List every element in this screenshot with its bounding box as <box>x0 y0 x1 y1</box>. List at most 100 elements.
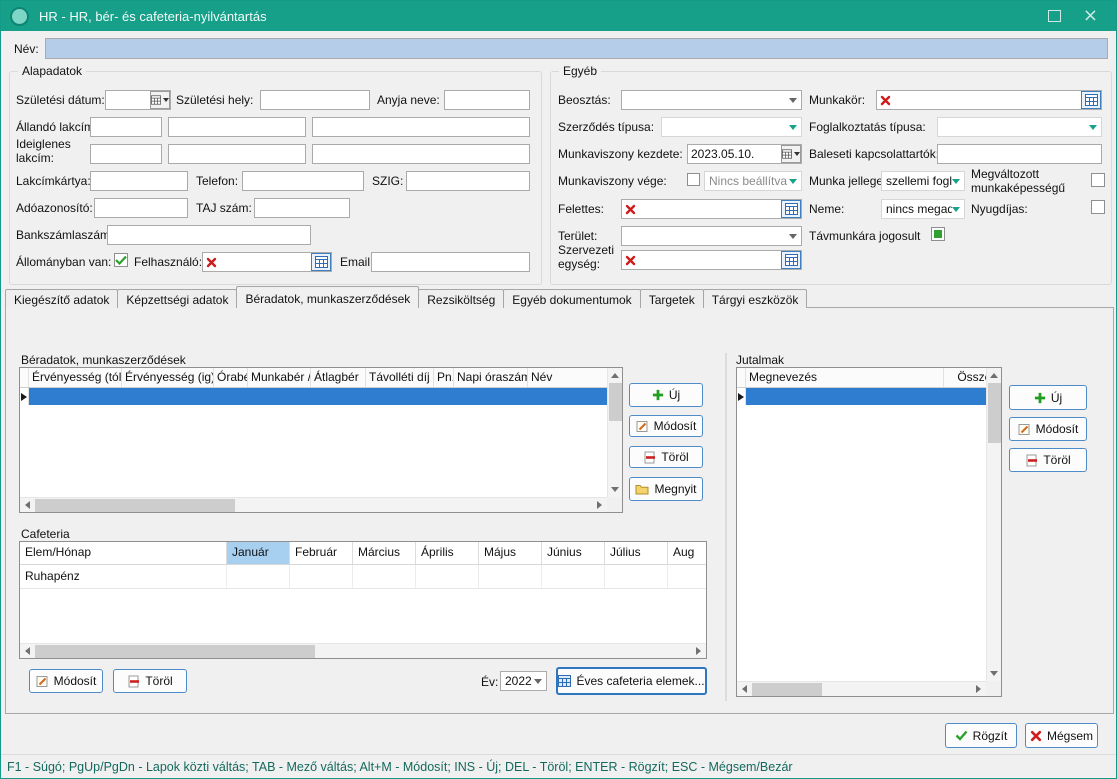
employment-start-date-field[interactable]: 2023.05.10. <box>687 144 802 164</box>
temporary-address-zip-input[interactable] <box>90 144 162 164</box>
year-select[interactable]: 2022 <box>500 671 547 691</box>
beradatok-megnyit-button[interactable]: Megnyit <box>629 477 703 501</box>
horizontal-scrollbar[interactable] <box>737 681 986 696</box>
supervisor-lookup-field[interactable] <box>621 199 802 219</box>
job-role-lookup-field[interactable] <box>876 90 1102 110</box>
column-header-selected[interactable]: Január <box>227 542 290 564</box>
org-unit-lookup-field[interactable] <box>621 250 802 270</box>
horizontal-scrollbar[interactable] <box>20 643 706 658</box>
scrollbar-thumb[interactable] <box>609 383 622 421</box>
tab-targyi-eszkozok[interactable]: Tárgyi eszközök <box>703 289 808 308</box>
column-header[interactable]: Aug <box>668 542 706 564</box>
permanent-address-zip-input[interactable] <box>90 117 162 137</box>
area-combobox[interactable] <box>621 226 802 246</box>
column-header[interactable]: Órabé <box>214 368 248 387</box>
scroll-up-button[interactable] <box>990 368 998 383</box>
remote-work-checkbox[interactable] <box>931 227 945 241</box>
column-header[interactable]: Április <box>416 542 479 564</box>
cafeteria-modosit-button[interactable]: Módosít <box>29 669 103 693</box>
jutalmak-torol-button[interactable]: Töröl <box>1009 448 1087 472</box>
email-input[interactable] <box>371 252 530 272</box>
vertical-splitter[interactable] <box>725 353 727 701</box>
temporary-address-street-input[interactable] <box>312 144 530 164</box>
scroll-right-button[interactable] <box>691 644 706 659</box>
beradatok-uj-button[interactable]: Új <box>629 383 703 407</box>
beradatok-torol-button[interactable]: Töröl <box>629 446 703 468</box>
mother-name-input[interactable] <box>444 90 530 110</box>
tab-egyeb-dokumentumok[interactable]: Egyéb dokumentumok <box>503 289 640 308</box>
close-button[interactable]: × <box>1083 7 1098 25</box>
cafeteria-cell[interactable] <box>542 565 605 588</box>
gender-combobox[interactable]: nincs megad <box>881 199 965 219</box>
column-header[interactable]: Átlagbér <box>311 368 366 387</box>
employment-start-calendar-button[interactable] <box>781 145 801 163</box>
tab-kepzettsegi-adatok[interactable]: Képzettségi adatok <box>117 289 237 308</box>
cafeteria-cell[interactable] <box>290 565 353 588</box>
column-header[interactable]: Érvényesség (ig) <box>122 368 214 387</box>
user-lookup-field[interactable] <box>202 252 332 272</box>
column-header[interactable]: Távolléti díj <box>366 368 434 387</box>
contract-type-combobox[interactable] <box>661 117 802 137</box>
scroll-down-button[interactable] <box>611 482 619 497</box>
address-card-input[interactable] <box>90 171 188 191</box>
selected-row[interactable] <box>737 388 1001 405</box>
employment-type-combobox[interactable] <box>937 117 1102 137</box>
cafeteria-torol-button[interactable]: Töröl <box>113 669 187 693</box>
horizontal-scrollbar[interactable] <box>20 497 607 512</box>
user-lookup-button[interactable] <box>311 253 331 271</box>
position-combobox[interactable] <box>621 90 802 110</box>
job-role-lookup-button[interactable] <box>1081 91 1101 109</box>
permanent-address-street-input[interactable] <box>312 117 530 137</box>
cafeteria-cell[interactable] <box>605 565 668 588</box>
employment-end-checkbox[interactable] <box>687 173 700 186</box>
scroll-left-button[interactable] <box>20 644 35 659</box>
in-staff-checkbox[interactable] <box>114 253 128 267</box>
employment-end-combobox[interactable]: Nincs beállítva <box>704 171 802 191</box>
column-header[interactable]: Július <box>605 542 668 564</box>
birth-date-dropdown-button[interactable] <box>150 91 170 109</box>
scroll-right-button[interactable] <box>592 498 607 513</box>
scrollbar-thumb[interactable] <box>988 383 1001 443</box>
column-header[interactable]: Február <box>290 542 353 564</box>
column-header[interactable]: Június <box>542 542 605 564</box>
tab-beradatok[interactable]: Béradatok, munkaszerződések <box>236 286 419 308</box>
jutalmak-modosit-button[interactable]: Módosít <box>1009 417 1087 441</box>
eves-cafeteria-button[interactable]: Éves cafeteria elemek... <box>556 667 707 695</box>
cafeteria-row[interactable]: Ruhapénz <box>20 565 706 589</box>
tax-id-input[interactable] <box>94 198 188 218</box>
column-header[interactable]: Munkabér /ór <box>248 368 311 387</box>
column-header[interactable]: Pn. <box>434 368 454 387</box>
reduced-capacity-checkbox[interactable] <box>1091 173 1105 187</box>
bank-account-input[interactable] <box>107 225 311 245</box>
work-nature-combobox[interactable]: szellemi fogl. <box>881 171 965 191</box>
jutalmak-uj-button[interactable]: Új <box>1009 385 1087 410</box>
megsem-button[interactable]: Mégsem <box>1025 723 1098 748</box>
birth-place-input[interactable] <box>260 90 370 110</box>
phone-input[interactable] <box>242 171 364 191</box>
scrollbar-thumb[interactable] <box>35 645 315 658</box>
birth-date-field[interactable] <box>105 90 171 110</box>
accident-contacts-input[interactable] <box>937 144 1102 164</box>
selected-row[interactable] <box>20 388 622 405</box>
supervisor-lookup-button[interactable] <box>781 200 801 218</box>
taj-input[interactable] <box>254 198 350 218</box>
scroll-right-button[interactable] <box>971 682 986 697</box>
temporary-address-city-input[interactable] <box>168 144 306 164</box>
tab-targetek[interactable]: Targetek <box>640 289 704 308</box>
column-header[interactable]: Érvényesség (tól) <box>29 368 122 387</box>
scroll-left-button[interactable] <box>20 498 35 513</box>
cafeteria-cell[interactable] <box>668 565 706 588</box>
column-header[interactable]: Napi óraszám <box>454 368 528 387</box>
tab-kiegeszito-adatok[interactable]: Kiegészítő adatok <box>5 289 118 308</box>
rogzit-button[interactable]: Rögzít <box>945 723 1017 748</box>
scroll-left-button[interactable] <box>737 682 752 697</box>
scrollbar-thumb[interactable] <box>752 683 822 696</box>
beradatok-modosit-button[interactable]: Módosít <box>629 415 703 437</box>
cafeteria-cell[interactable] <box>479 565 542 588</box>
column-header[interactable]: Március <box>353 542 416 564</box>
column-header[interactable]: Május <box>479 542 542 564</box>
vertical-scrollbar[interactable] <box>986 368 1001 681</box>
tab-rezsikoltseg[interactable]: Rezsiköltség <box>418 289 504 308</box>
name-input[interactable] <box>45 38 1108 59</box>
scroll-down-button[interactable] <box>990 666 998 681</box>
